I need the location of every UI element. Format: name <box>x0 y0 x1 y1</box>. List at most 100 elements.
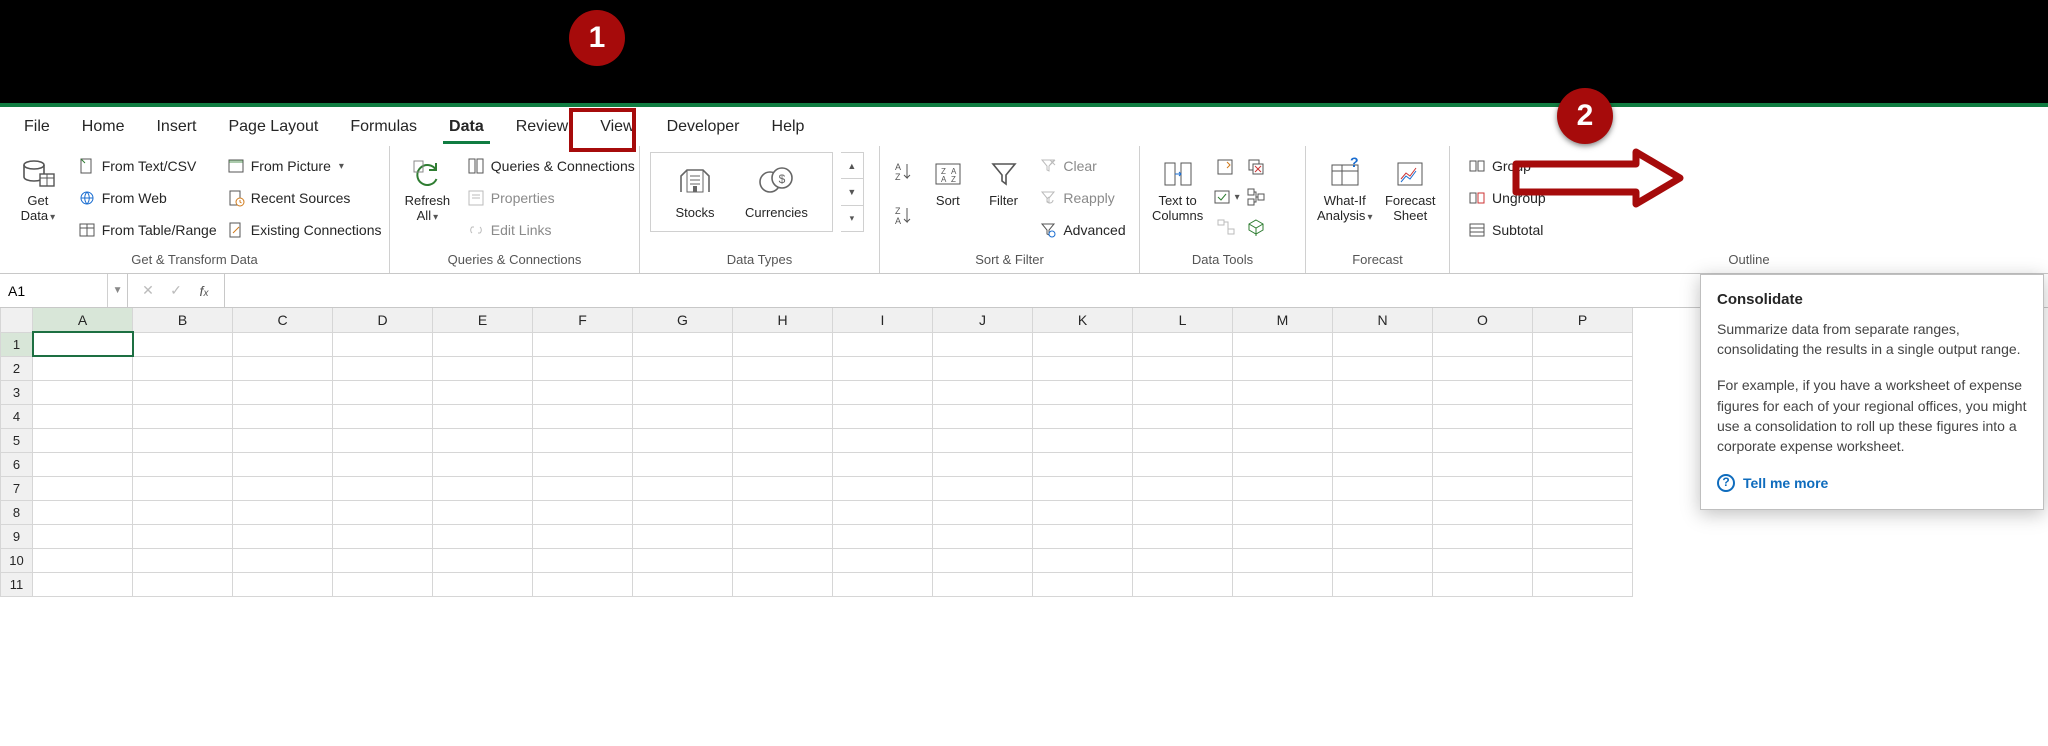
cell[interactable] <box>633 356 733 380</box>
cell[interactable] <box>1433 572 1533 596</box>
cell[interactable] <box>233 500 333 524</box>
row-header[interactable]: 6 <box>1 452 33 476</box>
gallery-up[interactable]: ▲ <box>841 153 863 179</box>
tab-review[interactable]: Review <box>500 112 584 146</box>
cell[interactable] <box>1333 524 1433 548</box>
cell[interactable] <box>733 404 833 428</box>
cell[interactable] <box>1433 476 1533 500</box>
data-type-currencies[interactable]: $ Currencies <box>745 161 808 220</box>
tab-developer[interactable]: Developer <box>651 112 756 146</box>
cell[interactable] <box>933 404 1033 428</box>
cell[interactable] <box>133 332 233 356</box>
cell[interactable] <box>833 356 933 380</box>
sort-desc-button[interactable]: ZA <box>890 202 916 228</box>
name-box-input[interactable] <box>0 283 107 299</box>
cell[interactable] <box>1133 332 1233 356</box>
cell[interactable] <box>1433 452 1533 476</box>
cell[interactable] <box>633 548 733 572</box>
cell[interactable] <box>1033 500 1133 524</box>
cell[interactable] <box>1233 572 1333 596</box>
cell[interactable] <box>1033 428 1133 452</box>
cell[interactable] <box>433 476 533 500</box>
cell[interactable] <box>333 332 433 356</box>
cell[interactable] <box>1233 356 1333 380</box>
cell[interactable] <box>133 452 233 476</box>
from-web-button[interactable]: From Web <box>74 184 215 212</box>
column-header[interactable]: P <box>1533 308 1633 332</box>
cell[interactable] <box>533 452 633 476</box>
filter-button[interactable]: Filter <box>980 152 1028 244</box>
cell[interactable] <box>133 572 233 596</box>
column-header[interactable]: D <box>333 308 433 332</box>
cell[interactable] <box>1033 476 1133 500</box>
cell[interactable] <box>1533 380 1633 404</box>
cell[interactable] <box>233 356 333 380</box>
cell[interactable] <box>1133 452 1233 476</box>
refresh-all-button[interactable]: RefreshAll▾ <box>400 152 455 244</box>
row-header[interactable]: 2 <box>1 356 33 380</box>
tab-help[interactable]: Help <box>756 112 821 146</box>
cell[interactable] <box>33 380 133 404</box>
cell[interactable] <box>733 524 833 548</box>
cell[interactable] <box>133 404 233 428</box>
cell[interactable] <box>433 500 533 524</box>
cell[interactable] <box>733 452 833 476</box>
from-table-button[interactable]: From Table/Range <box>74 216 215 244</box>
cell[interactable] <box>533 356 633 380</box>
cell[interactable] <box>933 332 1033 356</box>
row-header[interactable]: 9 <box>1 524 33 548</box>
cell[interactable] <box>433 572 533 596</box>
column-header[interactable]: A <box>33 308 133 332</box>
cell[interactable] <box>433 356 533 380</box>
cell[interactable] <box>833 452 933 476</box>
cell[interactable] <box>1133 356 1233 380</box>
cell[interactable] <box>633 380 733 404</box>
cell[interactable] <box>33 404 133 428</box>
column-header[interactable]: E <box>433 308 533 332</box>
column-header[interactable]: G <box>633 308 733 332</box>
cell[interactable] <box>933 380 1033 404</box>
cell[interactable] <box>533 428 633 452</box>
name-box-dropdown[interactable]: ▼ <box>107 274 127 307</box>
gallery-more[interactable]: ▾ <box>841 206 863 231</box>
cell[interactable] <box>233 404 333 428</box>
cell[interactable] <box>433 380 533 404</box>
cell[interactable] <box>533 332 633 356</box>
column-header[interactable]: F <box>533 308 633 332</box>
cell[interactable] <box>233 452 333 476</box>
cell[interactable] <box>233 476 333 500</box>
cell[interactable] <box>533 500 633 524</box>
cell[interactable] <box>33 476 133 500</box>
cell[interactable] <box>1133 572 1233 596</box>
gallery-down[interactable]: ▼ <box>841 179 863 205</box>
tab-data[interactable]: Data <box>433 112 500 146</box>
clear-button[interactable]: Clear <box>1035 152 1129 180</box>
cell[interactable] <box>533 524 633 548</box>
cell[interactable] <box>333 404 433 428</box>
enter-icon[interactable]: ✓ <box>166 282 186 299</box>
cell[interactable] <box>333 476 433 500</box>
cell[interactable] <box>533 380 633 404</box>
cell[interactable] <box>1533 500 1633 524</box>
cell[interactable] <box>833 524 933 548</box>
cell[interactable] <box>433 524 533 548</box>
row-header[interactable]: 8 <box>1 500 33 524</box>
column-header[interactable]: L <box>1133 308 1233 332</box>
cell[interactable] <box>333 524 433 548</box>
column-header[interactable]: H <box>733 308 833 332</box>
cell[interactable] <box>333 548 433 572</box>
column-header[interactable]: M <box>1233 308 1333 332</box>
cell[interactable] <box>1533 524 1633 548</box>
from-text-csv-button[interactable]: From Text/CSV <box>74 152 215 180</box>
cell[interactable] <box>1033 524 1133 548</box>
subtotal-button[interactable]: Subtotal <box>1464 216 1550 244</box>
fx-icon[interactable]: fx <box>194 283 214 299</box>
cell[interactable] <box>1033 380 1133 404</box>
existing-connections-button[interactable]: Existing Connections <box>223 216 379 244</box>
cell[interactable] <box>633 476 733 500</box>
cell[interactable] <box>33 572 133 596</box>
cell[interactable] <box>1533 332 1633 356</box>
cell[interactable] <box>1233 404 1333 428</box>
cell[interactable] <box>833 404 933 428</box>
column-header[interactable]: I <box>833 308 933 332</box>
